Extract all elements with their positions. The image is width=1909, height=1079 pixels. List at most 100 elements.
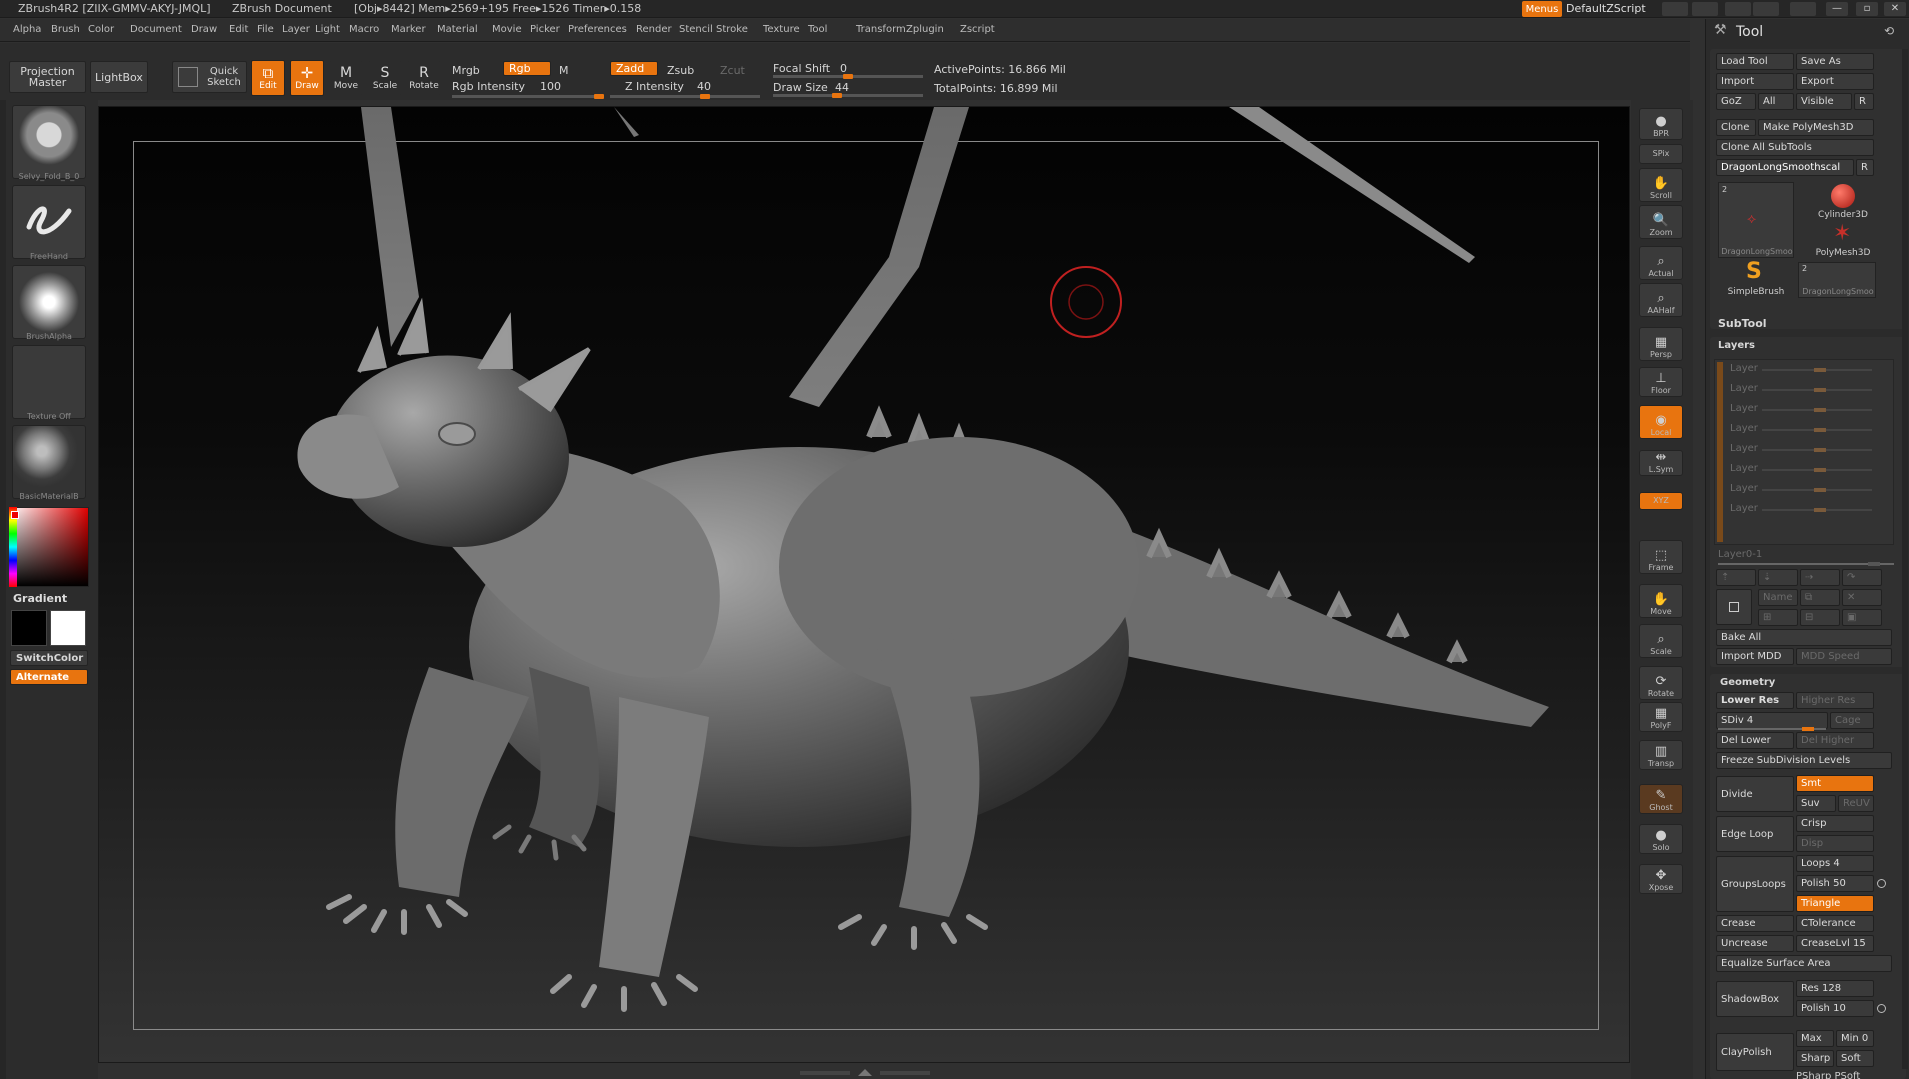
layer-row[interactable]: Layer bbox=[1722, 401, 1892, 417]
brush-thumbnail[interactable] bbox=[12, 105, 86, 179]
shelf-lsym-button[interactable]: ⇹ L.Sym bbox=[1639, 450, 1683, 476]
projection-master-button[interactable]: Projection Master bbox=[9, 61, 86, 93]
left-tray-handle[interactable] bbox=[0, 100, 6, 1079]
menu-transform[interactable]: Transform bbox=[856, 24, 906, 35]
layer-row-slider[interactable] bbox=[1762, 408, 1872, 412]
edge-loop-button[interactable]: Edge Loop bbox=[1716, 816, 1794, 852]
material-thumbnail[interactable] bbox=[12, 425, 86, 499]
menu-preferences[interactable]: Preferences bbox=[568, 24, 627, 35]
restore-icon[interactable] bbox=[1753, 2, 1779, 16]
menu-zplugin[interactable]: Zplugin bbox=[906, 24, 944, 35]
dragon-model[interactable] bbox=[99, 107, 1631, 1064]
zsub-toggle[interactable]: Zsub bbox=[667, 64, 694, 77]
lightbox-button[interactable]: LightBox bbox=[90, 61, 148, 93]
lower-res-button[interactable]: Lower Res bbox=[1716, 692, 1794, 709]
menu-texture[interactable]: Texture bbox=[763, 24, 800, 35]
layer-row[interactable]: Layer bbox=[1722, 421, 1892, 437]
layer-row-knob[interactable] bbox=[1814, 388, 1826, 392]
disp-slider[interactable]: Disp bbox=[1796, 835, 1874, 852]
shelf-zoom-button[interactable]: 🔍 Zoom bbox=[1639, 205, 1683, 239]
layers-section-header[interactable]: Layers bbox=[1718, 340, 1755, 351]
res-slider[interactable]: Res 128 bbox=[1796, 980, 1874, 997]
shelf-frame-button[interactable]: ⬚ Frame bbox=[1639, 540, 1683, 574]
edit-button[interactable]: ⧉ Edit bbox=[251, 60, 285, 96]
del-higher-button[interactable]: Del Higher bbox=[1796, 732, 1874, 749]
clone-button[interactable]: Clone bbox=[1716, 119, 1756, 136]
shadowbox-button[interactable]: ShadowBox bbox=[1716, 981, 1794, 1017]
tool-thumb-polymesh[interactable]: ✶ PolyMesh3D bbox=[1810, 221, 1876, 259]
max-slider[interactable]: Max bbox=[1796, 1030, 1834, 1047]
tool-thumb-cylinder[interactable]: Cylinder3D bbox=[1810, 182, 1876, 222]
layer-row[interactable]: Layer bbox=[1722, 461, 1892, 477]
suv-toggle[interactable]: Suv bbox=[1796, 795, 1836, 812]
cage-button[interactable]: Cage bbox=[1830, 712, 1874, 729]
menu-material[interactable]: Material bbox=[437, 24, 478, 35]
smt-toggle[interactable]: Smt bbox=[1796, 775, 1874, 792]
menu-color[interactable]: Color bbox=[88, 24, 114, 35]
clone-all-subtools-button[interactable]: Clone All SubTools bbox=[1716, 139, 1874, 156]
layout-arrow-icon-2[interactable] bbox=[1692, 2, 1718, 16]
layer-merge-button[interactable]: ⊞ bbox=[1758, 609, 1798, 626]
menu-macro[interactable]: Macro bbox=[349, 24, 379, 35]
layer-row[interactable]: Layer bbox=[1722, 381, 1892, 397]
mdd-speed-slider[interactable]: MDD Speed bbox=[1796, 648, 1892, 665]
sharp-slider[interactable]: Sharp bbox=[1796, 1050, 1834, 1067]
shadowbox-polish-slider[interactable]: Polish 10 bbox=[1796, 1000, 1874, 1017]
tool-palette-scrollbar[interactable] bbox=[1902, 49, 1908, 1069]
menu-draw[interactable]: Draw bbox=[191, 24, 217, 35]
layer-row-slider[interactable] bbox=[1762, 368, 1872, 372]
mrgb-toggle[interactable]: Mrgb bbox=[452, 64, 480, 77]
visible-button[interactable]: Visible bbox=[1796, 93, 1852, 110]
layer-split-button[interactable]: ⊟ bbox=[1800, 609, 1840, 626]
layer-row[interactable]: Layer bbox=[1722, 501, 1892, 517]
shelf-actual-button[interactable]: ⌕ Actual bbox=[1639, 246, 1683, 280]
bottom-tray-handle[interactable] bbox=[800, 1068, 930, 1077]
subtool-section-header[interactable]: SubTool bbox=[1718, 317, 1767, 330]
menu-brush[interactable]: Brush bbox=[51, 24, 80, 35]
layer-delete-button[interactable]: ✕ bbox=[1842, 589, 1882, 606]
polish-slider[interactable]: Polish 50 bbox=[1796, 875, 1874, 892]
layer-move-button[interactable]: ⇢ bbox=[1800, 569, 1840, 586]
layer-row-knob[interactable] bbox=[1814, 428, 1826, 432]
all-button[interactable]: All bbox=[1758, 93, 1794, 110]
maximize-icon[interactable]: ▫ bbox=[1856, 2, 1878, 16]
layer-row-knob[interactable] bbox=[1814, 448, 1826, 452]
creaselvl-slider[interactable]: CreaseLvl 15 bbox=[1796, 935, 1874, 952]
divide-button[interactable]: Divide bbox=[1716, 776, 1794, 812]
gradient-label[interactable]: Gradient bbox=[13, 592, 67, 605]
layer-up-button[interactable]: ⇡ bbox=[1716, 569, 1756, 586]
m-toggle[interactable]: M bbox=[559, 64, 569, 77]
shelf-ghost-button[interactable]: ✎ Ghost bbox=[1639, 784, 1683, 814]
goz-button[interactable]: GoZ bbox=[1716, 93, 1756, 110]
color-marker[interactable] bbox=[11, 511, 19, 519]
shelf-bpr-button[interactable]: ● BPR bbox=[1639, 108, 1683, 140]
menu-alpha[interactable]: Alpha bbox=[13, 24, 41, 35]
layer-name-button[interactable]: Name bbox=[1758, 589, 1798, 606]
layer-row[interactable]: Layer bbox=[1722, 481, 1892, 497]
menu-edit[interactable]: Edit bbox=[229, 24, 248, 35]
shelf-solo-button[interactable]: ● Solo bbox=[1639, 824, 1683, 854]
layer-row-knob[interactable] bbox=[1814, 508, 1826, 512]
lock-icon[interactable] bbox=[1790, 2, 1816, 16]
scale-button[interactable]: S Scale bbox=[368, 60, 402, 96]
shadowbox-polish-circle[interactable] bbox=[1877, 1004, 1886, 1013]
groupsloops-button[interactable]: GroupsLoops bbox=[1716, 856, 1794, 912]
switchcolor-button[interactable]: SwitchColor bbox=[10, 650, 88, 666]
layer-down-button[interactable]: ⇣ bbox=[1758, 569, 1798, 586]
layer-record-button[interactable]: ▣ bbox=[1842, 609, 1882, 626]
shelf-move-button[interactable]: ✋ Move bbox=[1639, 584, 1683, 618]
reuv-button[interactable]: ReUV bbox=[1838, 795, 1874, 812]
sdiv-track[interactable] bbox=[1718, 727, 1826, 731]
shelf-spix-button[interactable]: SPix bbox=[1639, 144, 1683, 164]
tool-thumb-simplebrush[interactable]: S SimpleBrush bbox=[1718, 259, 1794, 298]
load-tool-button[interactable]: Load Tool bbox=[1716, 53, 1794, 70]
layer-row-slider[interactable] bbox=[1762, 488, 1872, 492]
menu-stroke[interactable]: Stroke bbox=[716, 24, 748, 35]
crisp-toggle[interactable]: Crisp bbox=[1796, 815, 1874, 832]
menu-picker[interactable]: Picker bbox=[530, 24, 560, 35]
layer-row[interactable]: Layer bbox=[1722, 441, 1892, 457]
draw-button[interactable]: ✛ Draw bbox=[290, 60, 324, 96]
shelf-xyz-button[interactable]: XYZ bbox=[1639, 492, 1683, 510]
current-tool-r-button[interactable]: R bbox=[1856, 159, 1874, 176]
shelf-scale-button[interactable]: ⌕ Scale bbox=[1639, 624, 1683, 658]
